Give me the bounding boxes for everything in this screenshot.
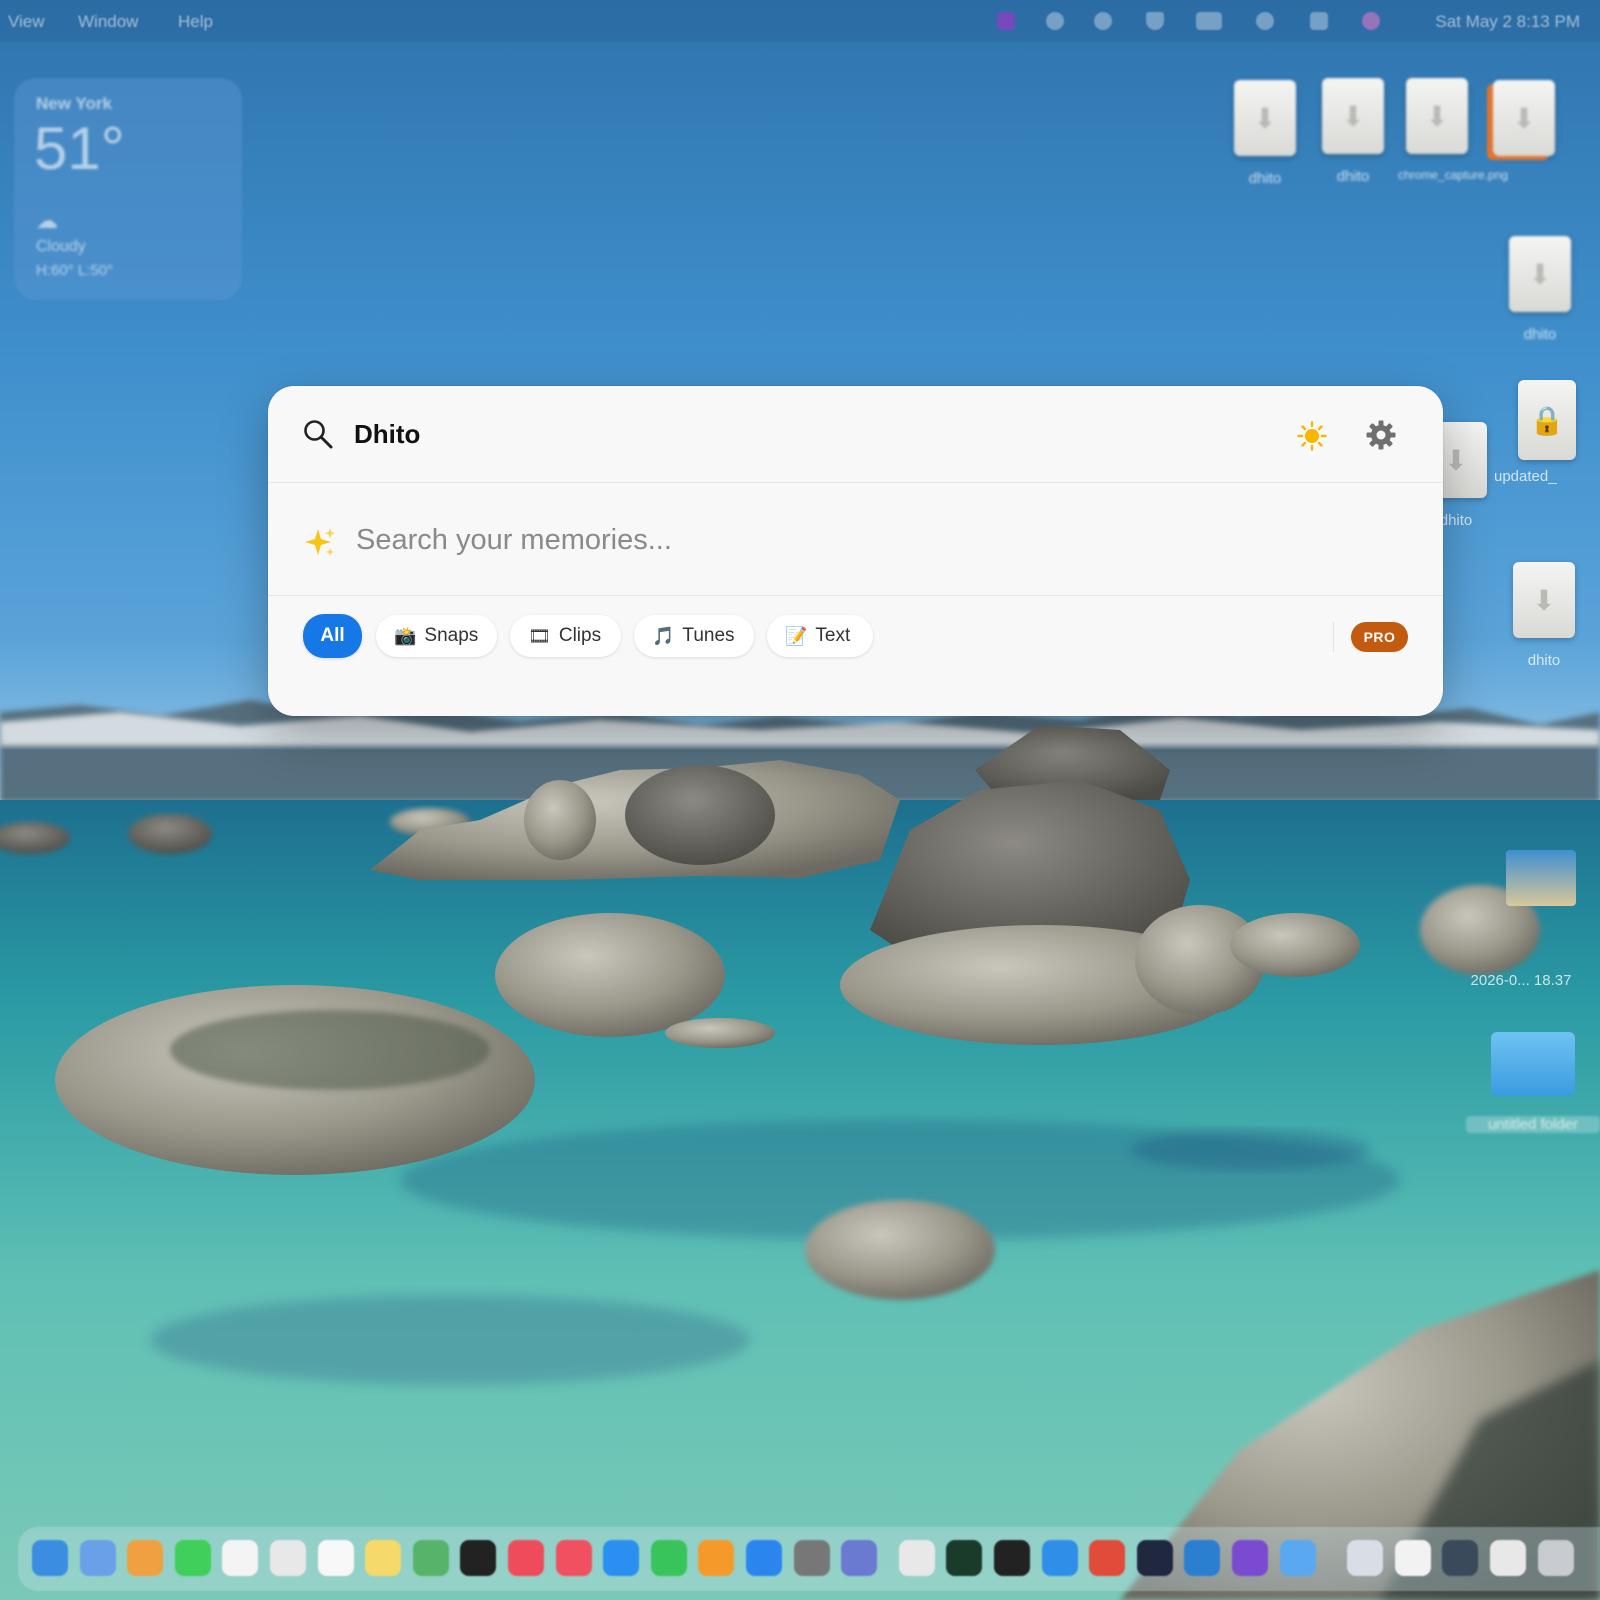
sun-icon[interactable] (1297, 421, 1327, 451)
dock-preview-icon[interactable] (1394, 1540, 1431, 1576)
search-icon[interactable] (1256, 12, 1274, 30)
user-icon[interactable] (1094, 12, 1112, 30)
dock-news-icon[interactable] (555, 1540, 592, 1576)
filter-tunes[interactable]: 🎵 Tunes (634, 615, 754, 657)
download-file-icon: ⬇ (1406, 78, 1468, 154)
film-icon: 🎞 (528, 625, 551, 646)
weather-widget[interactable]: New York 51° ☁ Cloudy H:60° L:50° (14, 78, 242, 300)
dock-maps-icon[interactable] (412, 1540, 449, 1576)
dock-keynote-icon[interactable] (603, 1540, 640, 1576)
desktop-file-stack[interactable]: ⬇ (1484, 80, 1564, 156)
filter-clips[interactable]: 🎞 Clips (510, 615, 621, 657)
weather-high-low: H:60° L:50° (36, 262, 114, 279)
desktop-file-dhito-1[interactable]: ⬇ dhito (1226, 80, 1304, 187)
dock-anthropic-icon[interactable] (1136, 1540, 1173, 1576)
dock-finder-icon[interactable] (32, 1540, 68, 1576)
desktop-file-capture[interactable]: ⬇ chrome_capture.png (1398, 78, 1508, 182)
desktop-file-updated[interactable]: 🔒 updated_ (1494, 380, 1600, 485)
dock-clock-app-icon[interactable] (1279, 1540, 1316, 1576)
control-center-icon[interactable] (1310, 12, 1328, 30)
dock-xcode-icon[interactable] (1041, 1540, 1078, 1576)
filter-divider (1333, 622, 1334, 652)
filter-all[interactable]: All (303, 614, 362, 658)
search-bar: Dhito (268, 386, 1443, 483)
dock-purple-app-icon[interactable] (1232, 1540, 1268, 1576)
memory-search-panel: Dhito (268, 386, 1443, 716)
sparkle-icon (305, 528, 335, 556)
memory-search-row (268, 483, 1443, 596)
desktop-folder[interactable]: untitled folder (1466, 1032, 1600, 1133)
dock-vscode-icon[interactable] (1184, 1540, 1221, 1576)
filter-all-label: All (320, 625, 345, 646)
dock-simulator-icon[interactable] (841, 1540, 878, 1576)
filter-tunes-label: Tunes (682, 625, 735, 646)
screenshot-thumbnail (1506, 850, 1576, 906)
dock-notes-icon[interactable] (365, 1540, 402, 1576)
menu-window[interactable]: Window (78, 12, 138, 32)
dock-music-icon[interactable] (508, 1540, 544, 1576)
pro-badge[interactable]: PRO (1351, 622, 1408, 652)
wifi-icon[interactable] (1146, 12, 1164, 30)
menubar-clock[interactable]: Sat May 2 8:13 PM (1435, 12, 1580, 32)
gear-icon[interactable] (1365, 419, 1397, 451)
dock-terminal-green-icon[interactable] (946, 1540, 983, 1576)
download-file-icon: ⬇ (1513, 562, 1575, 638)
folder-icon (1491, 1032, 1575, 1096)
filter-snaps-label: Snaps (424, 625, 479, 646)
dock-facetime-icon[interactable] (174, 1540, 211, 1576)
filter-clips-label: Clips (558, 625, 602, 646)
weather-temperature: 51° (34, 115, 125, 182)
weather-city: New York (36, 94, 112, 113)
filter-snaps[interactable]: 📸 Snaps (376, 615, 497, 657)
app-status-icon[interactable] (997, 12, 1015, 30)
desktop-file-dhito-3[interactable]: ⬇ dhito (1500, 236, 1580, 343)
menu-bar: View Window Help Sat May 2 8:13 PM (0, 0, 1600, 42)
lock-file-icon: 🔒 (1518, 380, 1576, 460)
magnifier-icon (304, 420, 333, 449)
sync-icon[interactable] (1046, 12, 1064, 30)
memo-icon: 📝 (785, 625, 808, 646)
menu-help[interactable]: Help (178, 12, 213, 32)
dock-contacts-icon[interactable] (270, 1540, 306, 1576)
desktop-file-dhito-5[interactable]: ⬇ dhito (1504, 562, 1584, 669)
dock-finder-window-icon[interactable] (1347, 1540, 1384, 1576)
dock-tv-icon[interactable] (460, 1540, 497, 1576)
dock-chrome-icon[interactable] (898, 1540, 935, 1576)
filter-text[interactable]: 📝 Text (767, 615, 873, 657)
download-file-icon: ⬇ (1234, 80, 1296, 156)
memory-search-input[interactable] (354, 517, 1258, 563)
desktop-file-dhito-2[interactable]: ⬇ dhito (1314, 78, 1392, 185)
weather-condition: Cloudy (36, 238, 86, 255)
filter-text-label: Text (815, 625, 851, 646)
dock-mail-app-icon[interactable] (1089, 1540, 1126, 1576)
menu-view[interactable]: View (8, 12, 45, 32)
dock-app-store-icon[interactable] (746, 1540, 782, 1576)
dock-photos-icon[interactable] (127, 1540, 164, 1576)
dock-launchpad-icon[interactable] (79, 1540, 116, 1576)
download-file-icon: ⬇ (1493, 80, 1555, 156)
app-title: Dhito (354, 419, 421, 449)
dock-calendar-icon[interactable] (222, 1540, 259, 1576)
music-note-icon: 🎵 (652, 625, 675, 646)
dock-trash-icon[interactable] (1537, 1540, 1574, 1576)
dock-numbers-icon[interactable] (650, 1540, 687, 1576)
desktop-screenshot[interactable]: 2026-0... 18.37 (1446, 850, 1596, 989)
siri-icon[interactable] (1362, 12, 1380, 30)
download-file-icon: ⬇ (1509, 236, 1571, 312)
dock-terminal-icon[interactable] (994, 1540, 1030, 1576)
battery-icon[interactable] (1196, 12, 1222, 30)
dock-pages-icon[interactable] (698, 1540, 735, 1576)
dock-window-thumb-1-icon[interactable] (1442, 1540, 1479, 1576)
camera-icon: 📸 (394, 625, 417, 646)
cloud-icon: ☁ (36, 208, 58, 233)
dock-window-thumb-2-icon[interactable] (1490, 1540, 1526, 1576)
download-file-icon: ⬇ (1322, 78, 1384, 154)
dock-system-settings-icon[interactable] (793, 1540, 830, 1576)
dock-reminders-icon[interactable] (317, 1540, 354, 1576)
